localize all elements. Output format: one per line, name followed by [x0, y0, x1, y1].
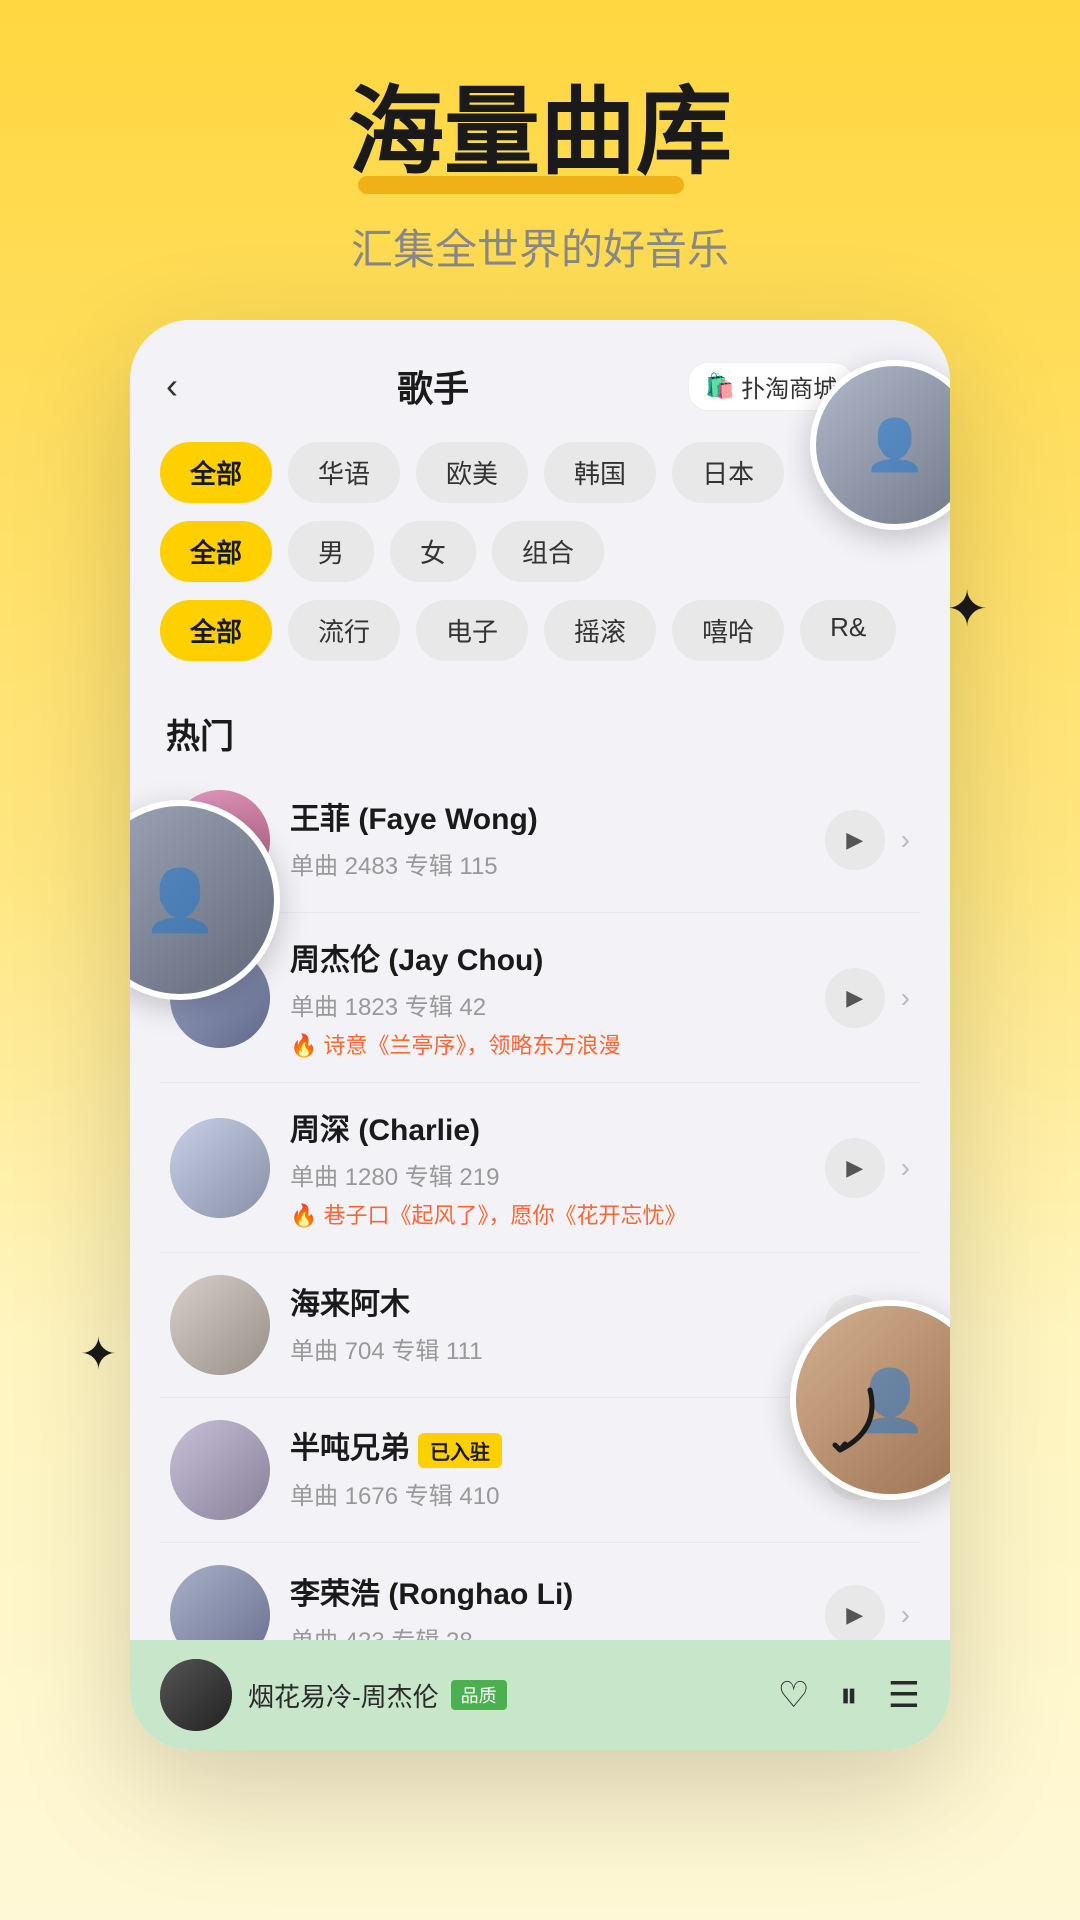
player-info: 烟花易冷-周杰伦 品质	[232, 1677, 777, 1714]
artist-actions-charlie: ▶ ›	[825, 1138, 910, 1198]
star-decoration-1: ✦	[946, 580, 988, 638]
artist-stats-bandun: 单曲 1676 专辑 410	[290, 1476, 805, 1511]
player-avatar	[160, 1659, 232, 1731]
title-underline	[358, 176, 684, 194]
filter-row-gender: 全部 男 女 组合	[160, 521, 920, 582]
top-section: 海量曲库 汇集全世界的好音乐	[0, 0, 1080, 277]
filter-all-gender[interactable]: 全部	[160, 521, 272, 582]
artist-stats-hailaiamu: 单曲 704 专辑 111	[290, 1331, 805, 1366]
artist-actions-wangfei: ▶ ›	[825, 810, 910, 870]
verified-badge: 已入驻	[418, 1433, 502, 1468]
player-love-button[interactable]: ♡	[777, 1674, 809, 1716]
filter-all-region[interactable]: 全部	[160, 442, 272, 503]
player-pause-button[interactable]: ⏸	[840, 1674, 858, 1717]
artist-tag-charlie: 🔥 巷子口《起风了》，愿你《花开忘忧》	[290, 1198, 805, 1230]
artist-info-bandun: 半吨兄弟已入驻 单曲 1676 专辑 410	[270, 1423, 825, 1517]
player-list-button[interactable]: ☰	[888, 1674, 920, 1716]
section-hot-title: 热门	[130, 689, 950, 768]
artist-name-wangfei: 王菲 (Faye Wong)	[290, 794, 805, 838]
arrow-button-wangfei[interactable]: ›	[901, 824, 910, 856]
player-song-title: 烟花易冷-周杰伦	[248, 1677, 439, 1714]
star-decoration-2: ✦	[80, 1329, 117, 1380]
artist-info-hailaiamu: 海来阿木 单曲 704 专辑 111	[270, 1279, 825, 1372]
filter-hiphop[interactable]: 嘻哈	[672, 600, 784, 661]
artist-name-charlie: 周深 (Charlie)	[290, 1105, 805, 1149]
artist-stats-wangfei: 单曲 2483 专辑 115	[290, 846, 805, 881]
filter-rnb[interactable]: R&	[800, 600, 896, 661]
artist-info-jaychou: 周杰伦 (Jay Chou) 单曲 1823 专辑 42 🔥 诗意《兰亭序》，领…	[270, 935, 825, 1060]
artist-item-jaychou[interactable]: 周杰伦 (Jay Chou) 单曲 1823 专辑 42 🔥 诗意《兰亭序》，领…	[160, 913, 920, 1083]
filter-row-region: 全部 华语 欧美 韩国 日本	[160, 442, 920, 503]
artist-stats-charlie: 单曲 1280 专辑 219	[290, 1157, 805, 1192]
arrow-button-charlie[interactable]: ›	[901, 1152, 910, 1184]
play-button-ronghao[interactable]: ▶	[825, 1585, 885, 1645]
artist-item-charlie[interactable]: 周深 (Charlie) 单曲 1280 专辑 219 🔥 巷子口《起风了》，愿…	[160, 1083, 920, 1253]
artist-stats-jaychou: 单曲 1823 专辑 42	[290, 987, 805, 1022]
filter-western[interactable]: 欧美	[416, 442, 528, 503]
filter-female[interactable]: 女	[390, 521, 476, 582]
player-quality-badge: 品质	[451, 1680, 507, 1710]
subtitle: 汇集全世界的好音乐	[0, 216, 1080, 277]
arrow-curve-decoration	[790, 1370, 890, 1470]
artist-name-hailaiamu: 海来阿木	[290, 1279, 805, 1323]
header-title: 歌手	[397, 360, 469, 412]
phone-mockup: 👤 👤 👤 ‹ 歌手 🛍️ 扑淘商城 🔍 全部 华语 欧美 韩国 日本	[130, 320, 950, 1750]
artist-name-ronghao: 李荣浩 (Ronghao Li)	[290, 1569, 805, 1613]
filter-all-genre[interactable]: 全部	[160, 600, 272, 661]
filter-korean[interactable]: 韩国	[544, 442, 656, 503]
filter-male[interactable]: 男	[288, 521, 374, 582]
play-button-charlie[interactable]: ▶	[825, 1138, 885, 1198]
main-title: 海量曲库	[348, 80, 732, 186]
artist-avatar-charlie	[170, 1118, 270, 1218]
filter-pop[interactable]: 流行	[288, 600, 400, 661]
artist-avatar-hailaiamu	[170, 1275, 270, 1375]
artist-name-jaychou: 周杰伦 (Jay Chou)	[290, 935, 805, 979]
play-button-wangfei[interactable]: ▶	[825, 810, 885, 870]
artist-name-bandun: 半吨兄弟已入驻	[290, 1423, 805, 1468]
filter-japanese[interactable]: 日本	[672, 442, 784, 503]
bottom-player[interactable]: 烟花易冷-周杰伦 品质 ♡ ⏸ ☰	[130, 1640, 950, 1750]
filter-group[interactable]: 组合	[492, 521, 604, 582]
artist-avatar-bandun	[170, 1420, 270, 1520]
back-button[interactable]: ‹	[166, 365, 178, 407]
artist-actions-jaychou: ▶ ›	[825, 968, 910, 1028]
filter-row-genre: 全部 流行 电子 摇滚 嘻哈 R&	[160, 600, 920, 661]
arrow-button-jaychou[interactable]: ›	[901, 982, 910, 1014]
artist-info-charlie: 周深 (Charlie) 单曲 1280 专辑 219 🔥 巷子口《起风了》，愿…	[270, 1105, 825, 1230]
play-button-jaychou[interactable]: ▶	[825, 968, 885, 1028]
artist-info-wangfei: 王菲 (Faye Wong) 单曲 2483 专辑 115	[270, 794, 825, 887]
filter-rock[interactable]: 摇滚	[544, 600, 656, 661]
filter-chinese[interactable]: 华语	[288, 442, 400, 503]
artist-tag-jaychou: 🔥 诗意《兰亭序》，领略东方浪漫	[290, 1028, 805, 1060]
artist-actions-ronghao: ▶ ›	[825, 1585, 910, 1645]
arrow-button-ronghao[interactable]: ›	[901, 1599, 910, 1631]
shop-icon: 🛍️	[705, 372, 735, 401]
filter-electronic[interactable]: 电子	[416, 600, 528, 661]
player-controls: ♡ ⏸ ☰	[777, 1674, 920, 1717]
